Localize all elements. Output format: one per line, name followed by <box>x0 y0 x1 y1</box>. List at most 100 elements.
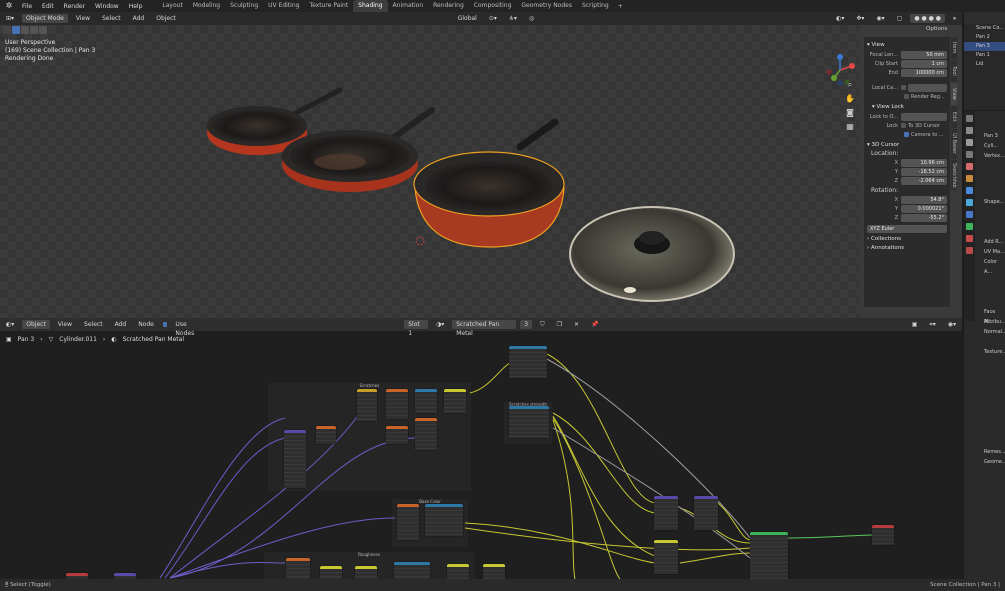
node-mix-2[interactable] <box>444 389 466 413</box>
camera-to-view-checkbox[interactable] <box>904 132 909 137</box>
node-math-2[interactable] <box>386 426 408 444</box>
node-roughness-mix-2[interactable] <box>483 564 505 579</box>
node-mix-shader-input[interactable] <box>654 540 678 574</box>
snap-icon[interactable]: ⋔▾ <box>505 14 521 23</box>
modifier-tab-icon[interactable] <box>966 187 973 194</box>
focal-length-field[interactable]: 50 mm <box>901 50 947 59</box>
zoom-icon[interactable]: ⌕ <box>845 80 855 90</box>
clip-end-field[interactable]: 100000 cm <box>901 68 947 77</box>
local-camera-field[interactable] <box>908 83 947 92</box>
select-subtract-icon[interactable] <box>30 26 38 34</box>
blender-logo-icon[interactable]: ✲ <box>4 1 14 11</box>
tab-animation[interactable]: Animation <box>388 0 429 12</box>
node-normal-map[interactable] <box>694 496 718 530</box>
outliner-row-pan-1[interactable]: Pan 1 <box>964 51 1005 60</box>
add-workspace-icon[interactable]: + <box>614 3 627 10</box>
menu-render[interactable]: Render <box>59 3 90 10</box>
viewport-menu-add[interactable]: Add <box>129 14 149 23</box>
outliner-row-scene-collection[interactable]: Scene Co... <box>964 24 1005 33</box>
tab-compositing[interactable]: Compositing <box>469 0 517 12</box>
tab-texture-paint[interactable]: Texture Paint <box>304 0 353 12</box>
select-invert-icon[interactable] <box>39 26 47 34</box>
node-roughness-texture[interactable] <box>394 562 430 579</box>
output-tab-icon[interactable] <box>966 139 973 146</box>
outliner-row-pan-2[interactable]: Pan 2 <box>964 33 1005 42</box>
cursor-location-y-field[interactable]: -18.52 cm <box>901 167 947 176</box>
properties-section-geometry-data[interactable]: Geome... <box>964 457 1005 467</box>
cursor-location-z-field[interactable]: -2.064 cm <box>901 176 947 185</box>
object-data-tab-icon[interactable] <box>966 223 973 230</box>
texture-tab-icon[interactable] <box>966 247 973 254</box>
3d-viewport[interactable]: ⊞▾ Object Mode View Select Add Object Gl… <box>0 12 962 318</box>
cursor-location-x-field[interactable]: 10.96 cm <box>901 158 947 167</box>
node-strength-texture[interactable] <box>509 406 549 438</box>
viewport-menu-select[interactable]: Select <box>98 14 125 23</box>
cursor-rotation-z-field[interactable]: -55.2° <box>901 213 947 222</box>
options-dropdown[interactable]: Options <box>926 26 947 32</box>
sidebar-tab-tool[interactable]: Tool <box>951 60 957 82</box>
node-roughness-math-2[interactable] <box>355 566 377 579</box>
properties-section-texture-space[interactable]: Texture... <box>964 347 1005 357</box>
visibility-icon[interactable]: ◐▾ <box>832 14 848 23</box>
collections-section-header[interactable]: › Collections <box>867 236 947 242</box>
perspective-grid-icon[interactable]: ▦ <box>845 122 855 132</box>
proportional-icon[interactable]: ◎ <box>525 14 538 23</box>
tab-uv-editing[interactable]: UV Editing <box>263 0 304 12</box>
tab-geometry-nodes[interactable]: Geometry Nodes <box>516 0 577 12</box>
pivot-icon[interactable]: ⊙▾ <box>485 14 501 23</box>
menu-file[interactable]: File <box>17 3 37 10</box>
outliner-row-pan-3[interactable]: Pan 3 <box>964 42 1005 51</box>
tab-scripting[interactable]: Scripting <box>577 0 614 12</box>
node-material-output[interactable] <box>872 525 894 545</box>
node-principled-bsdf[interactable] <box>750 532 788 579</box>
gizmo-toggle-icon[interactable]: ✥▾ <box>852 14 868 23</box>
node-roughness-math-1[interactable] <box>320 566 342 579</box>
node-base-color-texture[interactable] <box>425 504 463 536</box>
node-mix-3[interactable] <box>415 418 437 450</box>
lock-to-object-field[interactable] <box>901 112 947 121</box>
camera-view-icon[interactable]: ◙ <box>845 108 855 118</box>
viewport-menu-view[interactable]: View <box>72 14 94 23</box>
local-camera-checkbox[interactable] <box>901 85 906 90</box>
node-color-ramp-1[interactable] <box>316 426 336 444</box>
annotations-section-header[interactable]: › Annotations <box>867 245 947 251</box>
physics-tab-icon[interactable] <box>966 211 973 218</box>
tab-layout[interactable]: Layout <box>157 0 187 12</box>
tab-modeling[interactable]: Modeling <box>188 0 225 12</box>
menu-window[interactable]: Window <box>90 3 124 10</box>
world-tab-icon[interactable] <box>966 175 973 182</box>
node-mix-1[interactable] <box>415 389 437 413</box>
render-region-checkbox[interactable] <box>904 94 909 99</box>
particles-tab-icon[interactable] <box>966 199 973 206</box>
view-lock-section-header[interactable]: ▾ View Lock <box>867 104 947 110</box>
node-mapping[interactable] <box>284 430 306 488</box>
sidebar-tab-edit[interactable]: Edit <box>951 106 957 128</box>
object-mode-dropdown[interactable]: Object Mode <box>22 14 68 23</box>
clip-start-field[interactable]: 1 cm <box>901 59 947 68</box>
node-noise-1[interactable] <box>357 389 377 421</box>
editor-type-icon[interactable]: ⊞▾ <box>2 14 18 23</box>
view-section-header[interactable]: ▾ View <box>867 42 947 48</box>
node-roughness-mix[interactable] <box>447 564 469 579</box>
properties-section-remesh[interactable]: Remes... <box>964 447 1005 457</box>
xray-icon[interactable]: ▢ <box>893 14 907 23</box>
shading-modes-icon[interactable]: ● ● ● ● <box>910 14 946 23</box>
scene-tab-icon[interactable] <box>966 163 973 170</box>
select-extend-icon[interactable] <box>21 26 29 34</box>
shader-editor[interactable]: ◐▾ Object View Select Add Node Use Nodes… <box>0 318 962 579</box>
cursor-rotation-x-field[interactable]: 54.8° <box>901 195 947 204</box>
menu-edit[interactable]: Edit <box>37 3 59 10</box>
outliner-row-lid[interactable]: Lid <box>964 60 1005 69</box>
pan-hand-icon[interactable]: ✋ <box>845 94 855 104</box>
sidebar-toggle-icon[interactable]: ⏸ <box>949 14 960 23</box>
overlay-toggle-icon[interactable]: ◉▾ <box>872 14 888 23</box>
sidebar-tab-sketchfab[interactable]: Sketchfab <box>951 160 957 190</box>
orientation-dropdown[interactable]: Global <box>454 14 481 23</box>
node-roughness-ramp[interactable] <box>286 558 310 579</box>
3d-cursor-section-header[interactable]: ▾ 3D Cursor <box>867 142 947 148</box>
properties-section-normals[interactable]: Normal... <box>964 327 1005 337</box>
tab-sculpting[interactable]: Sculpting <box>225 0 263 12</box>
node-color-ramp-2[interactable] <box>397 504 419 540</box>
sidebar-tab-view[interactable]: View <box>951 83 957 105</box>
tool-tab-icon[interactable] <box>966 115 973 122</box>
